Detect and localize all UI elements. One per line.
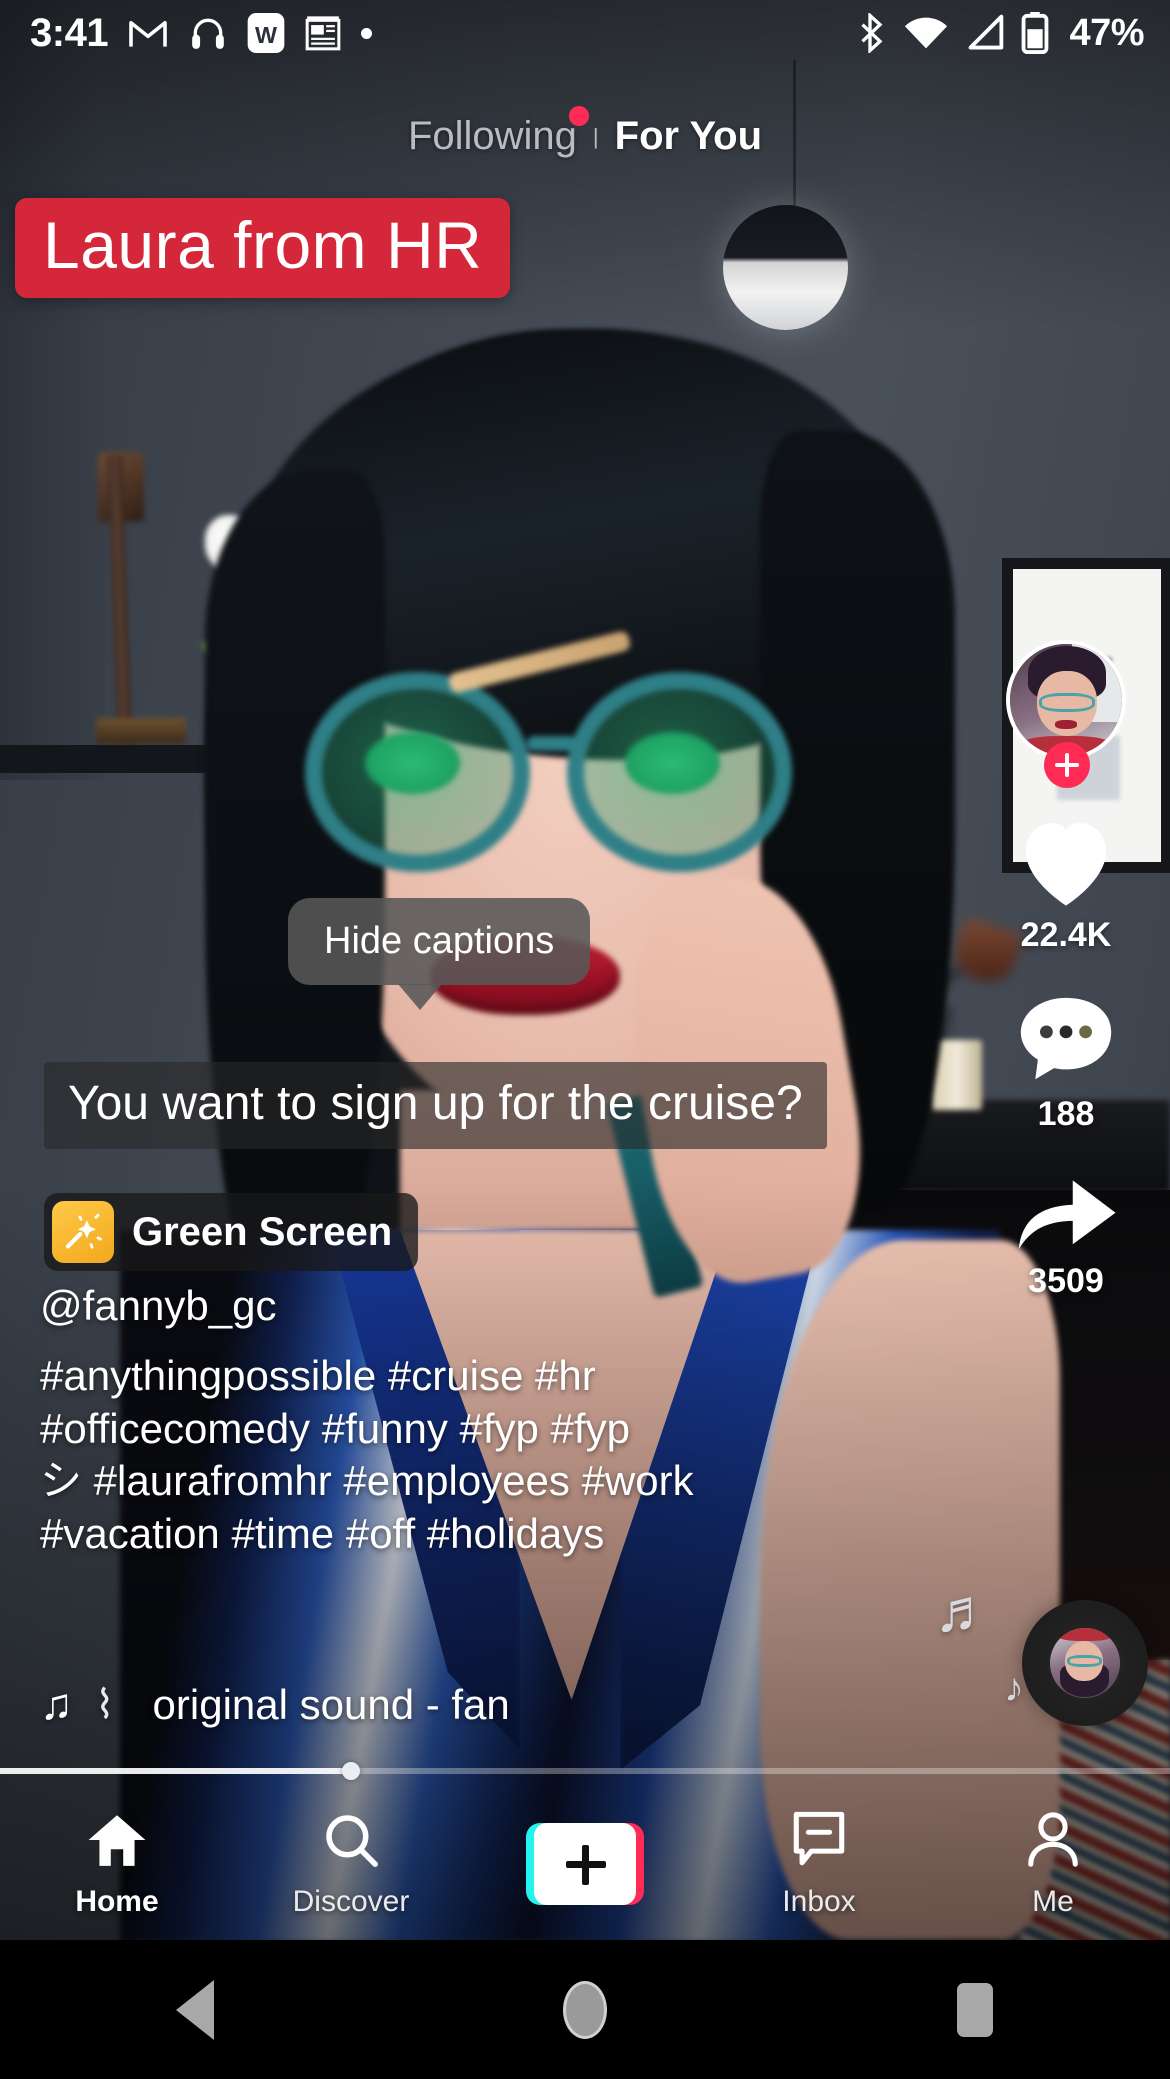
news-icon (305, 16, 341, 51)
description-line: #anythingpossible #cruise #hr (40, 1352, 596, 1399)
description-line: シ #laurafromhr #employees #work (40, 1457, 694, 1504)
nav-item-create[interactable] (490, 1823, 680, 1905)
search-icon (321, 1809, 381, 1871)
video-title-banner: Laura from HR (15, 198, 511, 298)
effect-badge-label: Green Screen (132, 1209, 393, 1254)
effect-badge[interactable]: Green Screen (44, 1193, 419, 1271)
nav-label-home: Home (75, 1885, 159, 1918)
share-count: 3509 (1028, 1262, 1104, 1300)
action-rail: 22.4K 188 3509 (986, 640, 1146, 1301)
hide-captions-label: Hide captions (324, 920, 555, 962)
video-caption[interactable]: You want to sign up for the cruise? (44, 1062, 827, 1149)
music-title: original sound - fan (152, 1681, 510, 1728)
video-title-text: Laura from HR (43, 208, 483, 282)
android-recents-button[interactable] (875, 1982, 1075, 2037)
status-bar-clock: 3:41 (30, 10, 109, 55)
phone-screen: 3:41 W 47% Following | For You Laura fro… (0, 0, 1170, 2079)
nav-item-discover[interactable]: Discover (256, 1809, 446, 1919)
tab-following-label: Following (407, 114, 577, 158)
headphones-icon (192, 18, 224, 49)
tab-following[interactable]: Following (398, 106, 589, 163)
bluetooth-icon (861, 13, 883, 53)
feed-tabs: Following | For You (0, 106, 1170, 163)
video-meta: @fannyb_gc #anythingpossible #cruise #hr… (40, 1282, 870, 1560)
svg-text:W: W (255, 22, 277, 48)
home-circle-icon (563, 1980, 607, 2039)
author-avatar-wrap[interactable] (1006, 640, 1126, 788)
android-back-button[interactable] (95, 1979, 295, 2040)
author-handle[interactable]: @fannyb_gc (40, 1282, 870, 1330)
bottom-navigation: Home Discover Inbox Me (0, 1788, 1170, 1940)
like-count: 22.4K (1020, 916, 1112, 954)
video-progress-knob[interactable] (342, 1762, 360, 1780)
magic-wand-icon (52, 1201, 114, 1263)
tab-for-you[interactable]: For You (605, 110, 772, 163)
pendant-lamp-bulb (723, 205, 848, 330)
follow-button[interactable] (1044, 742, 1090, 788)
cellular-signal-icon (968, 14, 1004, 50)
gmail-icon (129, 21, 167, 47)
status-bar: 3:41 W 47% (0, 0, 1170, 66)
android-navigation-bar (0, 1940, 1170, 2079)
shelf-object-base (96, 718, 186, 744)
comment-button[interactable]: 188 (1014, 991, 1118, 1134)
floating-music-note-2: ♪ (1004, 1666, 1024, 1710)
person-icon (1025, 1809, 1081, 1871)
share-button[interactable]: 3509 (1012, 1166, 1120, 1301)
music-disc-avatar (1050, 1628, 1120, 1698)
music-note-icon: ♫ (40, 1680, 73, 1729)
tooltip-arrow-icon (398, 984, 442, 1010)
following-badge-icon (568, 106, 589, 126)
nav-label-discover: Discover (292, 1885, 410, 1918)
description-line: #vacation #time #off #holidays (40, 1509, 605, 1557)
nav-label-me: Me (1032, 1885, 1074, 1918)
subject-glasses (305, 629, 805, 872)
tab-separator: | (592, 123, 599, 149)
comment-bubble-icon (1020, 997, 1112, 1080)
like-button[interactable]: 22.4K (1011, 812, 1121, 955)
music-row[interactable]: ♫ ⌇ original sound - fan (40, 1680, 510, 1730)
dot-icon (361, 27, 373, 39)
tab-for-you-label: For You (614, 114, 763, 158)
music-wave-icon: ⌇ (95, 1683, 115, 1727)
comment-count: 188 (1037, 1095, 1095, 1133)
video-progress-bar[interactable] (0, 1762, 1170, 1780)
share-arrow-icon (1018, 1180, 1116, 1250)
create-plus-icon[interactable] (526, 1823, 644, 1905)
nav-item-me[interactable]: Me (958, 1809, 1148, 1919)
word-icon: W (247, 13, 285, 53)
video-caption-text: You want to sign up for the cruise? (68, 1077, 803, 1130)
video-progress-fill (0, 1768, 351, 1774)
back-triangle-icon (176, 1979, 214, 2040)
battery-percent-label: 47% (1069, 11, 1144, 54)
music-disc-icon[interactable] (1022, 1600, 1148, 1726)
wifi-icon (905, 17, 948, 49)
nav-item-home[interactable]: Home (22, 1809, 212, 1919)
floating-music-note-1: ♬ (934, 1577, 994, 1644)
hide-captions-tooltip[interactable]: Hide captions (288, 898, 591, 1010)
home-icon (86, 1809, 148, 1871)
inbox-icon (791, 1809, 847, 1871)
heart-icon (1025, 823, 1107, 906)
nav-label-inbox: Inbox (782, 1885, 856, 1918)
description-line: #officecomedy #funny #fyp #fyp (40, 1404, 630, 1452)
recents-square-icon (957, 1982, 993, 2037)
battery-icon (1022, 12, 1049, 54)
android-home-button[interactable] (485, 1980, 685, 2039)
nav-item-inbox[interactable]: Inbox (724, 1809, 914, 1919)
video-description[interactable]: #anythingpossible #cruise #hr #officecom… (40, 1350, 870, 1560)
